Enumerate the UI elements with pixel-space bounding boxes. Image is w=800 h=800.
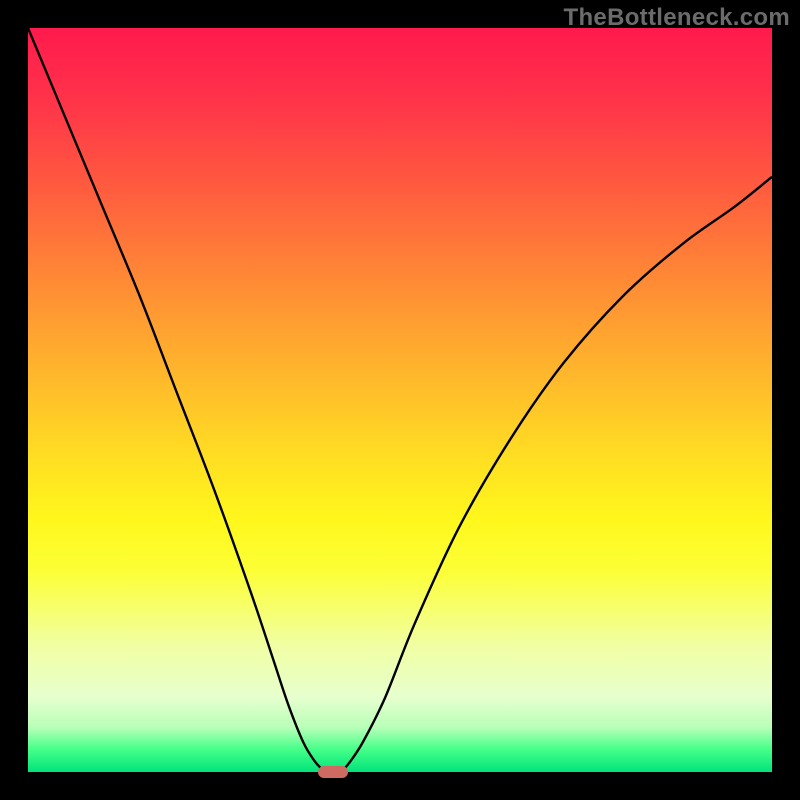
chart-frame: TheBottleneck.com [0, 0, 800, 800]
bottleneck-marker [318, 766, 348, 778]
bottleneck-curves [28, 28, 772, 772]
curve-left [28, 28, 326, 772]
watermark-text: TheBottleneck.com [564, 4, 790, 32]
plot-area [28, 28, 772, 772]
curve-right [340, 177, 772, 772]
